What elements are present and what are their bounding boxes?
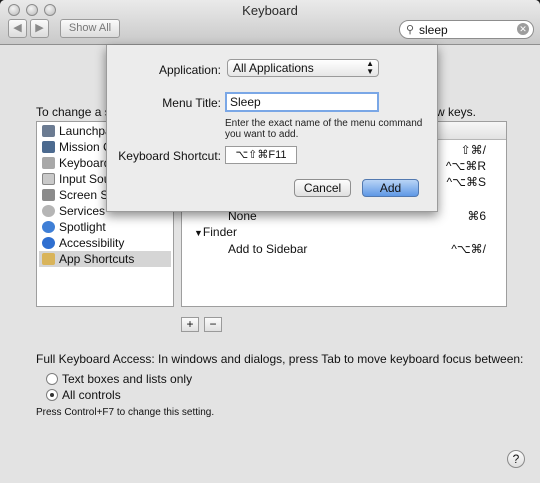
chevron-left-icon: ◀ <box>13 22 22 34</box>
application-popup[interactable]: All Applications ▲ ▼ <box>227 59 379 77</box>
menu-title-input[interactable]: Sleep <box>225 92 379 112</box>
shortcut-row-add-to-sidebar[interactable]: Add to Sidebar <box>228 242 307 256</box>
shortcut-key: ⌘6 <box>467 209 486 223</box>
add-shortcut-button[interactable]: + <box>181 317 199 332</box>
radio-label-all-controls[interactable]: All controls <box>62 388 121 402</box>
shortcut-key: ^⌥⌘/ <box>451 242 486 256</box>
mission-control-icon <box>42 141 55 153</box>
keyboard-shortcut-field[interactable]: ⌥⇧⌘F11 <box>225 146 297 164</box>
full-keyboard-access-label: Full Keyboard Access: In windows and dia… <box>36 352 524 366</box>
keyboard-shortcut-label: Keyboard Shortcut: <box>118 149 221 163</box>
add-button[interactable]: Add <box>362 179 419 197</box>
cancel-button[interactable]: Cancel <box>294 179 351 197</box>
intro-text-left: To change a s <box>36 105 111 119</box>
screenshot-icon <box>42 189 55 201</box>
input-sources-icon <box>42 173 55 185</box>
finder-group[interactable]: ▼Finder <box>194 225 237 239</box>
remove-shortcut-button[interactable]: − <box>204 317 222 332</box>
clear-search-icon[interactable]: ✕ <box>517 23 529 35</box>
search-input[interactable]: sleep <box>419 23 448 37</box>
radio-selected-dot <box>50 393 54 397</box>
launchpad-icon <box>42 125 55 137</box>
category-item-app-shortcuts[interactable]: App Shortcuts <box>39 251 171 267</box>
spotlight-icon <box>42 221 55 233</box>
radio-label-text-boxes[interactable]: Text boxes and lists only <box>62 372 192 386</box>
back-button[interactable]: ◀ <box>8 19 27 38</box>
search-icon: ⚲ <box>406 24 415 36</box>
window-title: Keyboard <box>242 3 298 18</box>
chevron-right-icon: ▶ <box>35 22 44 34</box>
menu-title-hint: Enter the exact name of the menu command… <box>225 118 423 140</box>
shortcut-key: ⇧⌘/ <box>460 143 486 157</box>
radio-text-boxes-only[interactable] <box>46 373 58 385</box>
application-value: All Applications <box>233 61 314 75</box>
keyboard-preferences-window: Keyboard ◀ ▶ Show All ⚲ sleep ✕ To chang… <box>0 0 540 483</box>
accessibility-icon <box>42 237 55 249</box>
category-item-spotlight[interactable]: Spotlight <box>39 219 171 235</box>
gear-icon <box>42 205 55 217</box>
forward-button[interactable]: ▶ <box>30 19 49 38</box>
popup-arrows-icon: ▲ ▼ <box>366 59 374 76</box>
keyboard-icon <box>42 157 55 169</box>
help-button[interactable]: ? <box>507 450 525 468</box>
shortcut-key: ^⌥⌘R <box>445 159 486 173</box>
shortcut-key: ^⌥⌘S <box>446 175 486 189</box>
search-field[interactable]: ⚲ sleep ✕ <box>399 20 534 39</box>
title-bar: Keyboard ◀ ▶ Show All ⚲ sleep ✕ <box>0 0 540 45</box>
radio-all-controls[interactable] <box>46 389 58 401</box>
menu-title-label: Menu Title: <box>162 96 221 110</box>
application-label: Application: <box>158 63 221 77</box>
disclosure-triangle-icon[interactable]: ▼ <box>194 228 203 238</box>
show-all-button[interactable]: Show All <box>60 19 120 38</box>
control-f7-note: Press Control+F7 to change this setting. <box>36 407 215 418</box>
add-shortcut-sheet: Application: All Applications ▲ ▼ Menu Ti… <box>106 45 438 212</box>
intro-text-right: w keys. <box>436 105 477 119</box>
app-shortcuts-icon <box>42 253 55 265</box>
category-item-accessibility[interactable]: Accessibility <box>39 235 171 251</box>
